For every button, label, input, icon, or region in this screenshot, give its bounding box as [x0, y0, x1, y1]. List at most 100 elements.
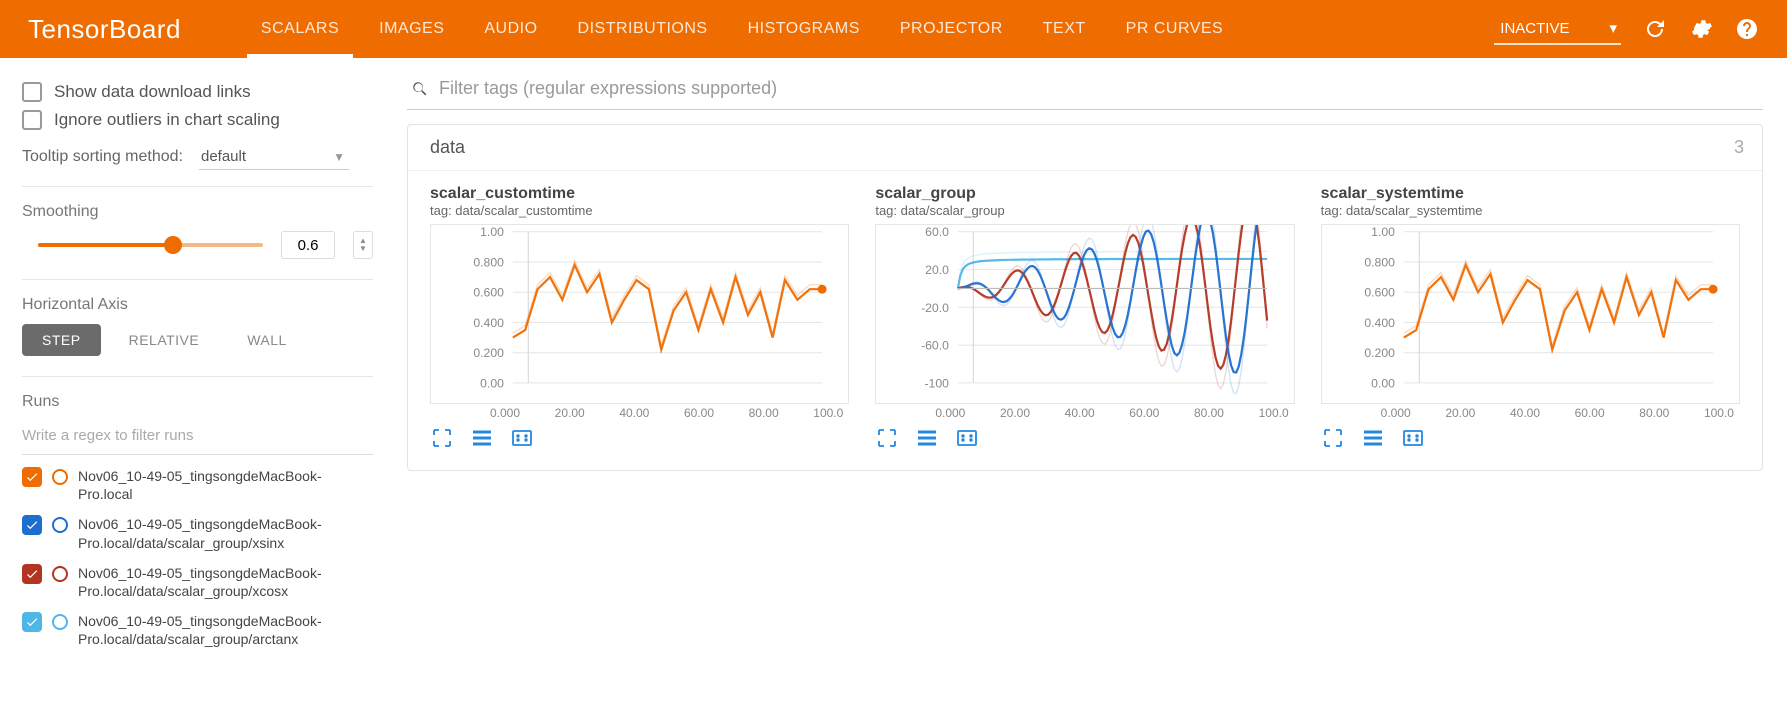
tab-scalars[interactable]: SCALARS: [241, 0, 359, 58]
chart-panel: scalar_systemtime tag: data/scalar_syste…: [1321, 185, 1740, 448]
tab-histograms[interactable]: HISTOGRAMS: [728, 0, 880, 58]
svg-text:1.00: 1.00: [1371, 225, 1395, 239]
fit-domain-icon[interactable]: [955, 428, 979, 448]
expand-icon[interactable]: [430, 428, 454, 448]
chart-toolbar: [875, 428, 1294, 448]
reload-icon[interactable]: [1643, 17, 1667, 41]
tab-distributions[interactable]: DISTRIBUTIONS: [558, 0, 728, 58]
chart-xticks: 0.00020.0040.0060.0080.00100.0: [875, 404, 1294, 420]
tab-audio[interactable]: AUDIO: [464, 0, 557, 58]
show-download-label: Show data download links: [54, 82, 251, 102]
chart-panel: scalar_customtime tag: data/scalar_custo…: [430, 185, 849, 448]
content-pane: data 3 scalar_customtime tag: data/scala…: [395, 58, 1787, 669]
inactive-label: INACTIVE: [1500, 20, 1569, 37]
app-header: TensorBoard SCALARSIMAGESAUDIODISTRIBUTI…: [0, 0, 1787, 58]
svg-text:0.600: 0.600: [473, 286, 504, 300]
charts-row: scalar_customtime tag: data/scalar_custo…: [408, 171, 1762, 470]
chart-title: scalar_systemtime: [1321, 185, 1740, 203]
smoothing-input[interactable]: [281, 231, 335, 259]
svg-text:0.600: 0.600: [1364, 286, 1395, 300]
tab-pr curves[interactable]: PR CURVES: [1106, 0, 1244, 58]
run-label: Nov06_10-49-05_tingsongdeMacBook-Pro.loc…: [78, 564, 373, 600]
chart-xticks: 0.00020.0040.0060.0080.00100.0: [430, 404, 849, 420]
svg-text:-20.0: -20.0: [921, 301, 949, 315]
sidebar: Show data download links Ignore outliers…: [0, 58, 395, 669]
tab-images[interactable]: IMAGES: [359, 0, 464, 58]
show-download-row: Show data download links: [22, 82, 373, 102]
chart-panel: scalar_group tag: data/scalar_group 60.0…: [875, 185, 1294, 448]
svg-text:1.00: 1.00: [480, 225, 504, 239]
tooltip-sort-value: default: [201, 148, 246, 165]
smoothing-slider[interactable]: [38, 243, 263, 247]
tag-filter-bar: [407, 72, 1763, 110]
runs-filter-input[interactable]: [22, 421, 373, 455]
run-checkbox[interactable]: [22, 467, 42, 487]
svg-text:0.400: 0.400: [473, 316, 504, 330]
chart-title: scalar_group: [875, 185, 1294, 203]
settings-icon[interactable]: [1689, 17, 1713, 41]
chart-title: scalar_customtime: [430, 185, 849, 203]
haxis-relative-button[interactable]: RELATIVE: [109, 324, 220, 356]
svg-text:60.0: 60.0: [925, 225, 949, 239]
run-color-icon: [52, 614, 68, 630]
haxis-wall-button[interactable]: WALL: [227, 324, 307, 356]
fit-domain-icon[interactable]: [510, 428, 534, 448]
caret-down-icon: ▾: [1609, 19, 1617, 37]
tab-text[interactable]: TEXT: [1023, 0, 1106, 58]
expand-icon[interactable]: [1321, 428, 1345, 448]
tooltip-sort-select[interactable]: default ▼: [199, 144, 349, 170]
log-scale-icon[interactable]: [1361, 428, 1385, 448]
chart-canvas[interactable]: 1.00 0.800 0.600 0.400 0.200 0.00: [430, 224, 849, 404]
run-checkbox[interactable]: [22, 564, 42, 584]
svg-text:0.200: 0.200: [1364, 346, 1395, 360]
tag-filter-input[interactable]: [439, 78, 1759, 99]
smoothing-stepper[interactable]: ▲▼: [353, 231, 373, 259]
smoothing-row: ▲▼: [22, 231, 373, 280]
svg-text:0.800: 0.800: [473, 255, 504, 269]
svg-text:-100: -100: [925, 376, 950, 390]
fit-domain-icon[interactable]: [1401, 428, 1425, 448]
chart-tag: tag: data/scalar_systemtime: [1321, 203, 1740, 218]
svg-text:0.00: 0.00: [480, 376, 504, 390]
tooltip-sort-row: Tooltip sorting method: default ▼: [22, 144, 373, 187]
run-color-icon: [52, 517, 68, 533]
log-scale-icon[interactable]: [915, 428, 939, 448]
run-row: Nov06_10-49-05_tingsongdeMacBook-Pro.loc…: [22, 612, 373, 648]
run-row: Nov06_10-49-05_tingsongdeMacBook-Pro.loc…: [22, 564, 373, 600]
chart-tag: tag: data/scalar_customtime: [430, 203, 849, 218]
nav-tabs: SCALARSIMAGESAUDIODISTRIBUTIONSHISTOGRAM…: [241, 0, 1243, 58]
search-icon: [411, 80, 429, 98]
inactive-plugins-select[interactable]: INACTIVE ▾: [1494, 13, 1621, 45]
chart-group-name: data: [430, 137, 465, 158]
svg-text:-60.0: -60.0: [921, 339, 949, 353]
chart-canvas[interactable]: 1.000.8000.6000.4000.2000.00: [1321, 224, 1740, 404]
chart-tag: tag: data/scalar_group: [875, 203, 1294, 218]
svg-text:0.800: 0.800: [1364, 255, 1395, 269]
ignore-outliers-row: Ignore outliers in chart scaling: [22, 110, 373, 130]
runs-label: Runs: [22, 393, 373, 411]
chart-group: data 3 scalar_customtime tag: data/scala…: [407, 124, 1763, 471]
svg-text:0.00: 0.00: [1371, 376, 1395, 390]
chart-group-header[interactable]: data 3: [408, 125, 1762, 171]
chart-canvas[interactable]: 60.0 20.0 -20.0 -60.0 -100: [875, 224, 1294, 404]
log-scale-icon[interactable]: [470, 428, 494, 448]
app-brand: TensorBoard: [28, 14, 181, 45]
tooltip-sort-label: Tooltip sorting method:: [22, 148, 183, 166]
run-checkbox[interactable]: [22, 515, 42, 535]
svg-text:20.0: 20.0: [925, 263, 949, 277]
run-label: Nov06_10-49-05_tingsongdeMacBook-Pro.loc…: [78, 612, 373, 648]
caret-down-icon: ▼: [333, 150, 345, 164]
ignore-outliers-checkbox[interactable]: [22, 110, 42, 130]
help-icon[interactable]: [1735, 17, 1759, 41]
svg-text:0.200: 0.200: [473, 346, 504, 360]
chart-group-count: 3: [1734, 137, 1744, 158]
expand-icon[interactable]: [875, 428, 899, 448]
chart-xticks: 0.00020.0040.0060.0080.00100.0: [1321, 404, 1740, 420]
smoothing-label: Smoothing: [22, 203, 373, 221]
run-checkbox[interactable]: [22, 612, 42, 632]
tab-projector[interactable]: PROJECTOR: [880, 0, 1023, 58]
run-label: Nov06_10-49-05_tingsongdeMacBook-Pro.loc…: [78, 515, 373, 551]
runs-list: Nov06_10-49-05_tingsongdeMacBook-Pro.loc…: [22, 467, 373, 649]
show-download-checkbox[interactable]: [22, 82, 42, 102]
haxis-step-button[interactable]: STEP: [22, 324, 101, 356]
